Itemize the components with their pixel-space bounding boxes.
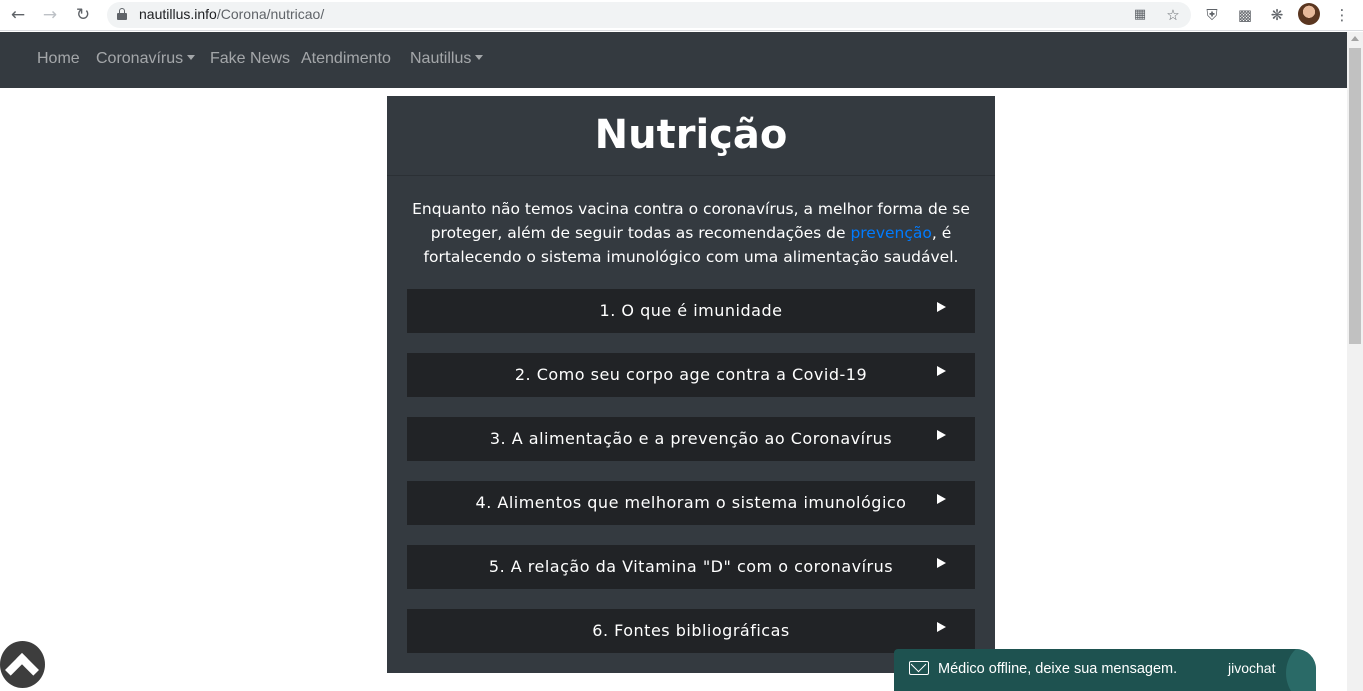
accordion-item-2[interactable]: 2. Como seu corpo age contra a Covid-19 <box>407 353 975 397</box>
forward-arrow-icon[interactable]: → <box>38 4 62 26</box>
accordion-item-4[interactable]: 4. Alimentos que melhoram o sistema imun… <box>407 481 975 525</box>
expand-triangle-icon <box>937 622 946 632</box>
reload-icon[interactable]: ↻ <box>71 4 95 26</box>
accordion-label: 4. Alimentos que melhoram o sistema imun… <box>475 493 907 512</box>
chat-corner-decoration <box>1286 649 1316 691</box>
puzzle-extensions-icon[interactable]: ❋ <box>1266 4 1288 26</box>
intro-paragraph: Enquanto não temos vacina contra o coron… <box>412 200 970 266</box>
expand-triangle-icon <box>937 494 946 504</box>
lock-icon <box>117 8 127 20</box>
nav-atendimento[interactable]: Atendimento <box>301 50 391 68</box>
nav-nautillus-dropdown[interactable]: Nautillus <box>410 50 484 68</box>
profile-avatar-icon[interactable] <box>1298 3 1320 25</box>
envelope-icon <box>909 661 929 675</box>
nav-home[interactable]: Home <box>37 50 80 68</box>
browser-toolbar: ← → ↻ nautillus.info/Corona/nutricao/ ▦ … <box>0 0 1363 31</box>
nutrition-card: Nutrição Enquanto não temos vacina contr… <box>387 96 995 673</box>
page-title: Nutrição <box>594 112 788 158</box>
accordion-label: 1. O que é imunidade <box>599 301 783 320</box>
card-header: Nutrição <box>387 96 995 176</box>
prevencao-link[interactable]: prevenção <box>850 224 931 242</box>
expand-triangle-icon <box>937 302 946 312</box>
caret-down-icon <box>475 55 484 60</box>
extension-app-icon[interactable]: ▩ <box>1234 4 1256 26</box>
back-arrow-icon[interactable]: ← <box>6 4 30 26</box>
address-bar[interactable]: nautillus.info/Corona/nutricao/ ▦ ☆ <box>107 2 1191 28</box>
scrollbar-thumb[interactable] <box>1349 48 1361 344</box>
url-text[interactable]: nautillus.info/Corona/nutricao/ <box>139 6 324 22</box>
expand-triangle-icon <box>937 430 946 440</box>
site-navbar: Home Coronavírus Fake News Atendimento N… <box>0 32 1347 88</box>
accordion-item-3[interactable]: 3. A alimentação e a prevenção ao Corona… <box>407 417 975 461</box>
accordion-label: 5. A relação da Vitamina "D" com o coron… <box>488 557 894 576</box>
translate-icon[interactable]: ▦ <box>1129 4 1151 26</box>
accordion-label: 6. Fontes bibliográficas <box>592 621 790 640</box>
bookmark-star-icon[interactable]: ☆ <box>1162 4 1184 26</box>
chat-widget[interactable]: Médico offline, deixe sua mensagem. jivo… <box>894 649 1316 691</box>
more-menu-icon[interactable]: ⋮ <box>1331 4 1353 26</box>
shield-extension-icon[interactable]: ⛨ <box>1201 4 1223 26</box>
back-to-top-button[interactable] <box>0 641 45 688</box>
accordion-item-1[interactable]: 1. O que é imunidade <box>407 289 975 333</box>
chat-offline-message: Médico offline, deixe sua mensagem. <box>938 661 1178 677</box>
chevron-up-icon <box>5 653 39 687</box>
accordion-item-5[interactable]: 5. A relação da Vitamina "D" com o coron… <box>407 545 975 589</box>
accordion-label: 2. Como seu corpo age contra a Covid-19 <box>514 365 868 384</box>
expand-triangle-icon <box>937 366 946 376</box>
nav-coronavirus-dropdown[interactable]: Coronavírus <box>96 50 196 68</box>
chat-brand-label: jivochat <box>1228 660 1276 676</box>
page-scrollbar[interactable] <box>1347 32 1363 691</box>
accordion-item-6[interactable]: 6. Fontes bibliográficas <box>407 609 975 653</box>
scroll-up-arrow-icon[interactable] <box>1351 36 1359 41</box>
caret-down-icon <box>187 55 196 60</box>
accordion-label: 3. A alimentação e a prevenção ao Corona… <box>489 429 893 448</box>
nav-fake-news[interactable]: Fake News <box>210 50 290 68</box>
expand-triangle-icon <box>937 558 946 568</box>
